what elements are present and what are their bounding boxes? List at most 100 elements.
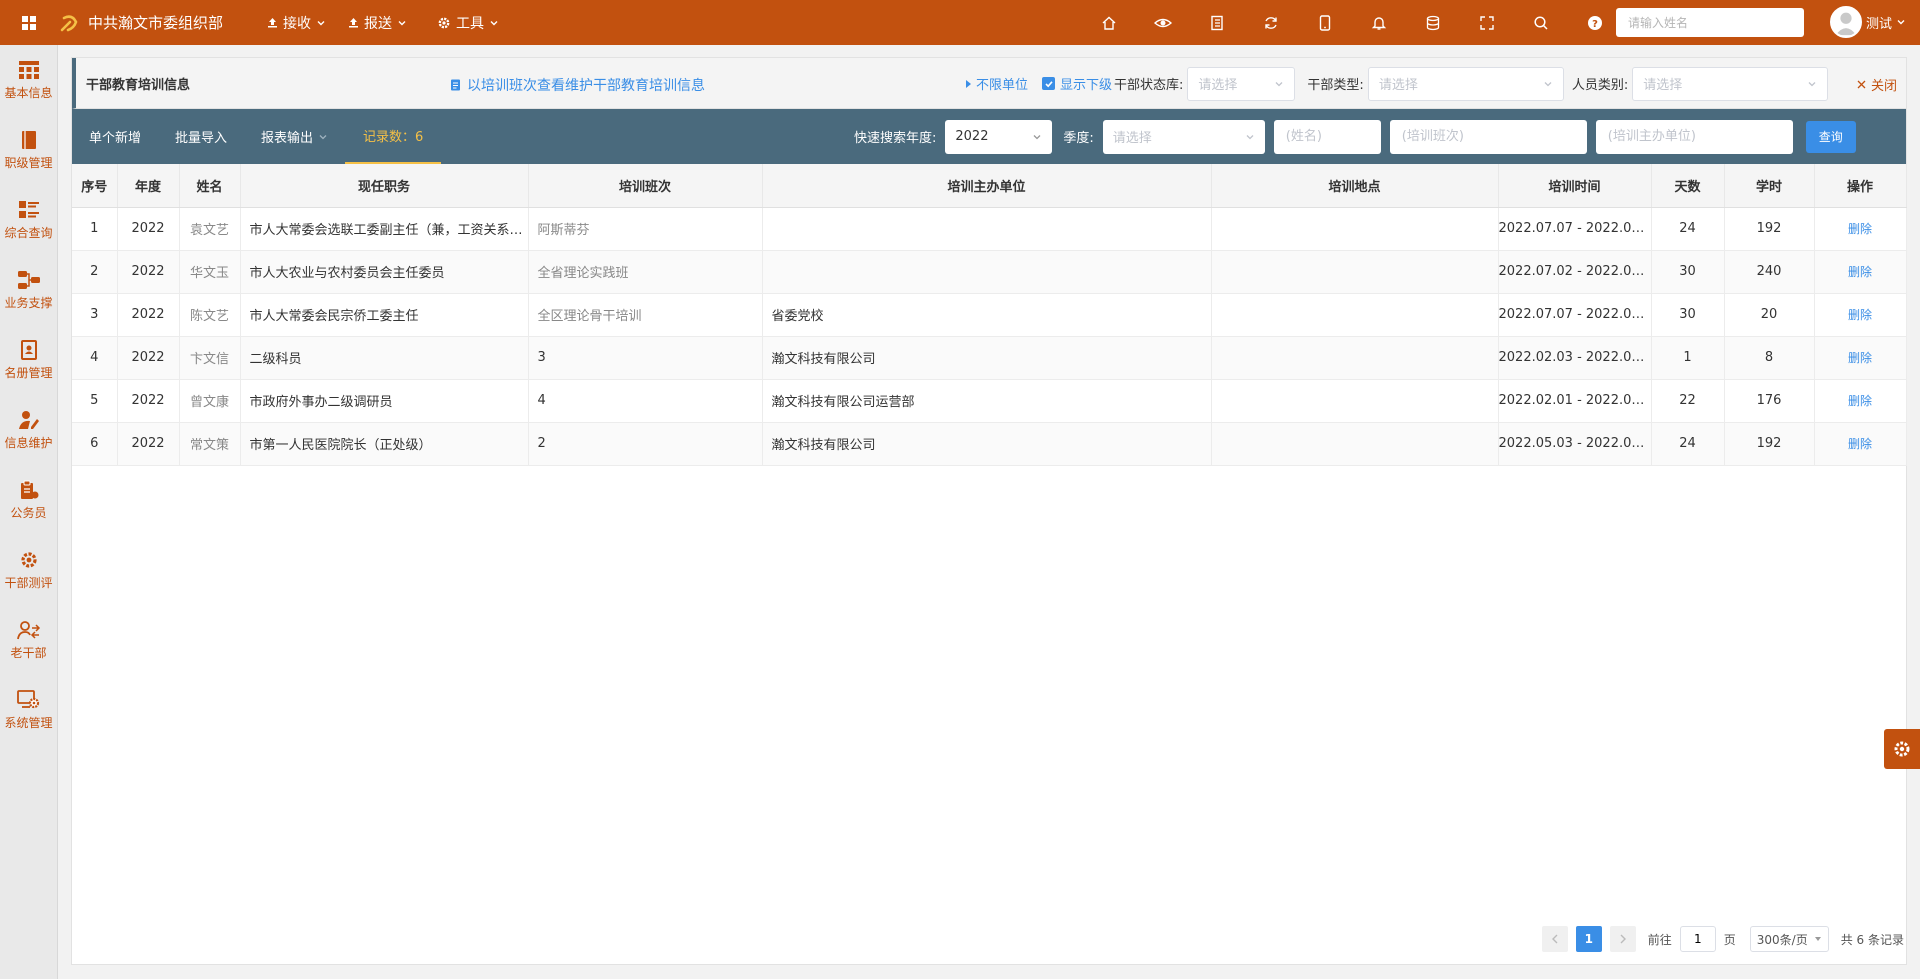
table-row[interactable]: 3 2022 陈文艺 市人大常委会民宗侨工委主任 全区理论骨干培训 省委党校 2… — [72, 293, 1907, 337]
delete-link[interactable]: 删除 — [1814, 207, 1907, 251]
chevron-down-icon — [317, 20, 325, 25]
sidebar-item-maintain[interactable]: 信息维护 — [0, 395, 57, 465]
cell-position: 市第一人民医院院长（正处级） — [240, 422, 529, 466]
season-select[interactable]: 请选择 — [1102, 119, 1265, 154]
year-value: 2022 — [955, 129, 989, 144]
book-icon[interactable] — [1190, 0, 1244, 45]
category-filter-select[interactable]: 请选择 — [1632, 66, 1829, 101]
chevron-down-icon — [1246, 134, 1254, 139]
close-button[interactable]: 关闭 — [1857, 75, 1897, 94]
batch-import-button[interactable]: 批量导入 — [158, 109, 244, 164]
upload-icon — [349, 18, 358, 28]
training-class-input[interactable] — [1389, 119, 1587, 154]
cell-host: 瀚文科技有限公司 — [762, 422, 1212, 466]
cell-year: 2022 — [117, 293, 180, 337]
show-subordinate-label: 显示下级 — [1060, 78, 1113, 93]
sidebar-item-roster[interactable]: 名册管理 — [0, 325, 57, 395]
cell-class: 阿斯蒂芬 — [528, 207, 763, 251]
class-view-link-label: 以培训班次查看维护干部教育培训信息 — [467, 78, 705, 94]
cell-class: 2 — [528, 422, 763, 466]
add-single-button[interactable]: 单个新增 — [72, 109, 158, 164]
chevron-down-icon — [1897, 20, 1905, 25]
delete-link[interactable]: 删除 — [1814, 422, 1907, 466]
close-label: 关闭 — [1871, 79, 1898, 94]
sidebar-item-retired[interactable]: 老干部 — [0, 605, 57, 675]
gear-icon — [1894, 741, 1910, 757]
delete-link[interactable]: 删除 — [1814, 336, 1907, 380]
name-search-input[interactable] — [1616, 8, 1804, 37]
menu-tools[interactable]: 工具 — [437, 13, 499, 33]
search-icon[interactable] — [1514, 0, 1568, 45]
page-number-current[interactable]: 1 — [1575, 926, 1602, 952]
sidebar-item-system[interactable]: 系统管理 — [0, 675, 57, 745]
host-unit-input[interactable] — [1595, 119, 1793, 154]
delete-link[interactable]: 删除 — [1814, 293, 1907, 337]
table-row[interactable]: 1 2022 袁文艺 市人大常委会选联工委副主任（兼，工资关系… 阿斯蒂芬 20… — [72, 207, 1907, 251]
user-name: 测试 — [1866, 16, 1893, 32]
eye-icon[interactable] — [1136, 0, 1190, 45]
bell-icon[interactable] — [1352, 0, 1406, 45]
table-row[interactable]: 5 2022 曾文康 市政府外事办二级调研员 4 瀚文科技有限公司运营部 202… — [72, 379, 1907, 423]
chevron-down-icon — [398, 20, 406, 25]
delete-link[interactable]: 删除 — [1814, 379, 1907, 423]
panel-header: 干部教育培训信息 以培训班次查看维护干部教育培训信息 不限单位 显示下级 干部状… — [72, 58, 1906, 109]
export-report-button[interactable]: 报表输出 — [244, 109, 345, 164]
cell-time: 2022.07.07 - 2022.08.18 — [1498, 293, 1652, 337]
apps-grid-icon[interactable] — [0, 0, 58, 45]
sidebar-item-rank[interactable]: 职级管理 — [0, 115, 57, 185]
table-row[interactable]: 6 2022 常文策 市第一人民医院院长（正处级） 2 瀚文科技有限公司 202… — [72, 422, 1907, 466]
prev-page-button[interactable] — [1541, 926, 1568, 952]
show-subordinate-checkbox[interactable]: 显示下级 — [1042, 74, 1112, 93]
status-filter-placeholder: 请选择 — [1198, 78, 1238, 93]
menu-submit[interactable]: 报送 — [348, 13, 407, 33]
fullscreen-icon[interactable] — [1460, 0, 1514, 45]
refresh-icon[interactable] — [1244, 0, 1298, 45]
page-size-select[interactable]: 300条/页 — [1749, 926, 1829, 952]
cell-location — [1211, 293, 1499, 337]
sidebar-item-basic-info[interactable]: 基本信息 — [0, 45, 57, 115]
delete-link[interactable]: 删除 — [1814, 250, 1907, 294]
quick-year-label: 快速搜索年度: — [854, 131, 937, 146]
goto-page-input[interactable] — [1679, 926, 1716, 952]
cell-position: 二级科员 — [240, 336, 529, 380]
sidebar-item-query[interactable]: 综合查询 — [0, 185, 57, 255]
table-row[interactable]: 4 2022 卞文信 二级科员 3 瀚文科技有限公司 2022.02.03 - … — [72, 336, 1907, 380]
type-filter-placeholder: 请选择 — [1378, 78, 1418, 93]
type-filter-select[interactable]: 请选择 — [1367, 66, 1564, 101]
sidebar-item-civil-servant[interactable]: 公务员 — [0, 465, 57, 535]
top-icon-bar: ? — [1082, 0, 1622, 45]
year-select[interactable]: 2022 — [945, 119, 1053, 154]
class-view-link[interactable]: 以培训班次查看维护干部教育培训信息 — [450, 75, 705, 95]
user-menu[interactable]: 测试 — [1830, 6, 1906, 38]
table-row[interactable]: 2 2022 华文玉 市人大农业与农村委员会主任委员 全省理论实践班 2022.… — [72, 250, 1907, 294]
sidebar-item-support[interactable]: 业务支撑 — [0, 255, 57, 325]
training-table: 序号 年度 姓名 现任职务 培训班次 培训主办单位 培训地点 培训时间 天数 学… — [72, 164, 1907, 466]
settings-float-button[interactable] — [1884, 729, 1920, 769]
grid-icon — [18, 60, 39, 79]
database-icon[interactable] — [1406, 0, 1460, 45]
cell-days: 1 — [1651, 336, 1725, 380]
goto-label: 前往 — [1647, 932, 1672, 947]
document-icon — [451, 79, 460, 91]
unlimited-unit-toggle[interactable]: 不限单位 — [964, 74, 1028, 93]
record-count: 记录数：6 — [345, 109, 442, 164]
sidebar-item-label: 业务支撑 — [4, 295, 53, 310]
sidebar-item-evaluation[interactable]: 干部测评 — [0, 535, 57, 605]
col-header: 姓名 — [179, 164, 241, 208]
help-icon[interactable]: ? — [1568, 0, 1622, 45]
query-button[interactable]: 查询 — [1805, 120, 1856, 153]
next-page-button[interactable] — [1609, 926, 1636, 952]
cell-class: 3 — [528, 336, 763, 380]
close-icon — [1857, 80, 1866, 89]
status-filter-select[interactable]: 请选择 — [1187, 66, 1296, 101]
cell-location — [1211, 250, 1499, 294]
cell-host: 瀚文科技有限公司运营部 — [762, 379, 1212, 423]
cell-hours: 176 — [1724, 379, 1815, 423]
mobile-icon[interactable] — [1298, 0, 1352, 45]
settings-icon — [20, 551, 37, 568]
home-icon[interactable] — [1082, 0, 1136, 45]
type-filter-label: 干部类型: — [1307, 78, 1364, 93]
menu-receive[interactable]: 接收 — [267, 13, 326, 33]
name-input[interactable] — [1273, 119, 1381, 154]
filter-row: 不限单位 显示下级 干部状态库: 请选择 干部类型: 请选择 人员类别: 请选择 — [964, 58, 1829, 109]
